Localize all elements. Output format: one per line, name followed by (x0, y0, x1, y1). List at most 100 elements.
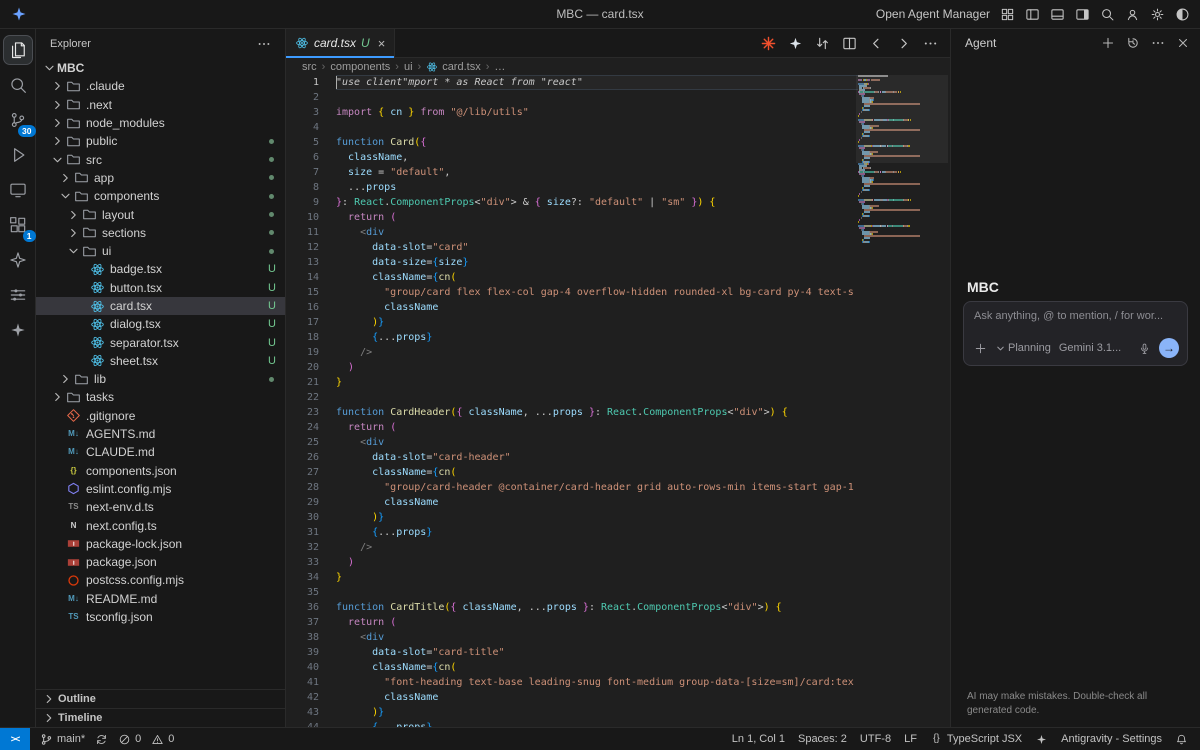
agent-chat-input[interactable]: Ask anything, @ to mention, / for wor...… (963, 301, 1188, 366)
code-line[interactable]: className (336, 300, 858, 315)
tree-item-badge.tsx[interactable]: badge.tsxU (36, 260, 285, 278)
activity-run-debug-icon[interactable] (3, 140, 33, 170)
notifications[interactable] (1175, 733, 1188, 746)
tree-item-next.config.ts[interactable]: Nnext.config.ts (36, 516, 285, 534)
tree-item-eslint.config.mjs[interactable]: eslint.config.mjs (36, 480, 285, 498)
tab-card-tsx[interactable]: card.tsx U × (286, 29, 395, 57)
code-line[interactable]: import { cn } from "@/lib/utils" (336, 105, 858, 120)
agent-plus-icon[interactable] (1101, 36, 1115, 50)
code-line[interactable]: className (336, 495, 858, 510)
mic-icon[interactable] (1138, 342, 1151, 355)
code-line[interactable]: size = "default", (336, 165, 858, 180)
breadcrumb-item[interactable]: src (302, 61, 317, 73)
code-line[interactable]: )} (336, 705, 858, 720)
apps-grid-icon[interactable] (1000, 7, 1015, 22)
code-line[interactable]: "font-heading text-base leading-snug fon… (336, 675, 858, 690)
tree-item-MBC[interactable]: MBC (36, 59, 285, 77)
code-line[interactable]: className, (336, 150, 858, 165)
tree-item-components[interactable]: components (36, 187, 285, 205)
tree-item-AGENTS.md[interactable]: M↓AGENTS.md (36, 425, 285, 443)
agent-close-icon[interactable] (1176, 36, 1190, 50)
code-line[interactable]: ) (336, 555, 858, 570)
code-line[interactable]: } (336, 375, 858, 390)
tree-item-lib[interactable]: lib (36, 370, 285, 388)
eol[interactable]: LF (904, 733, 917, 745)
timeline-section[interactable]: Timeline (36, 708, 285, 727)
activity-preview-icon[interactable] (3, 175, 33, 205)
code-line[interactable]: function CardHeader({ className, ...prop… (336, 405, 858, 420)
code-line[interactable]: "group/card-header @container/card-heade… (336, 480, 858, 495)
activity-search-icon[interactable] (3, 70, 33, 100)
code-line[interactable]: /> (336, 345, 858, 360)
warnings[interactable]: 0 (151, 733, 174, 746)
settings-gear-icon[interactable] (1150, 7, 1165, 22)
tree-item-package.json[interactable]: package.json (36, 553, 285, 571)
code-line[interactable]: } (336, 570, 858, 585)
tree-item-tsconfig.json[interactable]: TStsconfig.json (36, 608, 285, 626)
model-selector[interactable]: Gemini 3.1... (1059, 342, 1121, 354)
code-line[interactable]: ...props (336, 180, 858, 195)
tree-item-CLAUDE.md[interactable]: M↓CLAUDE.md (36, 443, 285, 461)
indentation[interactable]: Spaces: 2 (798, 733, 847, 745)
tree-item-public[interactable]: public (36, 132, 285, 150)
tree-item-postcss.config.mjs[interactable]: postcss.config.mjs (36, 571, 285, 589)
outline-section[interactable]: Outline (36, 689, 285, 708)
code-line[interactable]: /> (336, 540, 858, 555)
sparkle-bright-icon[interactable] (788, 36, 803, 51)
tree-item-.next[interactable]: .next (36, 96, 285, 114)
tree-item-layout[interactable]: layout (36, 205, 285, 223)
tree-item-tasks[interactable]: tasks (36, 388, 285, 406)
tree-item-README.md[interactable]: M↓README.md (36, 590, 285, 608)
tree-item-sheet.tsx[interactable]: sheet.tsxU (36, 352, 285, 370)
open-changes-icon[interactable] (815, 36, 830, 51)
minimap[interactable] (858, 75, 944, 243)
code-line[interactable]: data-size={size} (336, 255, 858, 270)
code-line[interactable]: className={cn( (336, 465, 858, 480)
tree-item-src[interactable]: src (36, 150, 285, 168)
code-line[interactable]: function CardTitle({ className, ...props… (336, 600, 858, 615)
layout-panel-bottom-icon[interactable] (1050, 7, 1065, 22)
remote-indicator[interactable]: >< (0, 728, 30, 750)
tree-item-button.tsx[interactable]: button.tsxU (36, 279, 285, 297)
profile-avatar-icon[interactable] (1175, 7, 1190, 22)
code-line[interactable]: "use client"mport * as React from "react… (336, 75, 858, 90)
code-line[interactable]: <div (336, 225, 858, 240)
minimap-viewport[interactable] (856, 75, 948, 163)
gemini-spark-icon[interactable] (761, 36, 776, 51)
code-line[interactable]: data-slot="card" (336, 240, 858, 255)
app-settings[interactable]: Antigravity - Settings (1061, 733, 1162, 745)
account-icon[interactable] (1125, 7, 1140, 22)
tree-item-next-env.d.ts[interactable]: TSnext-env.d.ts (36, 498, 285, 516)
code-line[interactable]: }: React.ComponentProps<"div"> & { size?… (336, 195, 858, 210)
layout-sidebar-right-icon[interactable] (1075, 7, 1090, 22)
tree-item-card.tsx[interactable]: card.tsxU (36, 297, 285, 315)
code-line[interactable]: data-slot="card-header" (336, 450, 858, 465)
tree-item-ui[interactable]: ui (36, 242, 285, 260)
breadcrumb-item[interactable]: ui (404, 61, 413, 73)
sync-status[interactable] (95, 733, 108, 746)
split-editor-icon[interactable] (842, 36, 857, 51)
code-line[interactable]: <div (336, 630, 858, 645)
code-line[interactable]: return ( (336, 615, 858, 630)
language-mode[interactable]: {}TypeScript JSX (930, 733, 1022, 746)
code-line[interactable]: {...props} (336, 330, 858, 345)
mode-selector[interactable]: Planning (995, 342, 1051, 354)
breadcrumb-item[interactable]: card.tsx (426, 61, 481, 73)
send-button[interactable]: → (1159, 338, 1179, 358)
code-line[interactable]: ) (336, 360, 858, 375)
activity-source-control-icon[interactable]: 30 (3, 105, 33, 135)
code-line[interactable] (336, 585, 858, 600)
explorer-more-actions-icon[interactable] (257, 37, 271, 51)
code-line[interactable]: <div (336, 435, 858, 450)
tree-item-separator.tsx[interactable]: separator.tsxU (36, 333, 285, 351)
code-line[interactable]: function Card({ (336, 135, 858, 150)
tree-item-package-lock.json[interactable]: package-lock.json (36, 535, 285, 553)
attach-plus-icon[interactable] (974, 342, 987, 355)
code-line[interactable]: className (336, 690, 858, 705)
agent-history-icon[interactable] (1126, 36, 1140, 50)
tree-item-components.json[interactable]: {}components.json (36, 462, 285, 480)
code-line[interactable]: className={cn( (336, 270, 858, 285)
code-line[interactable]: {...props} (336, 525, 858, 540)
agent-more-icon[interactable] (1151, 36, 1165, 50)
tree-item-sections[interactable]: sections (36, 224, 285, 242)
